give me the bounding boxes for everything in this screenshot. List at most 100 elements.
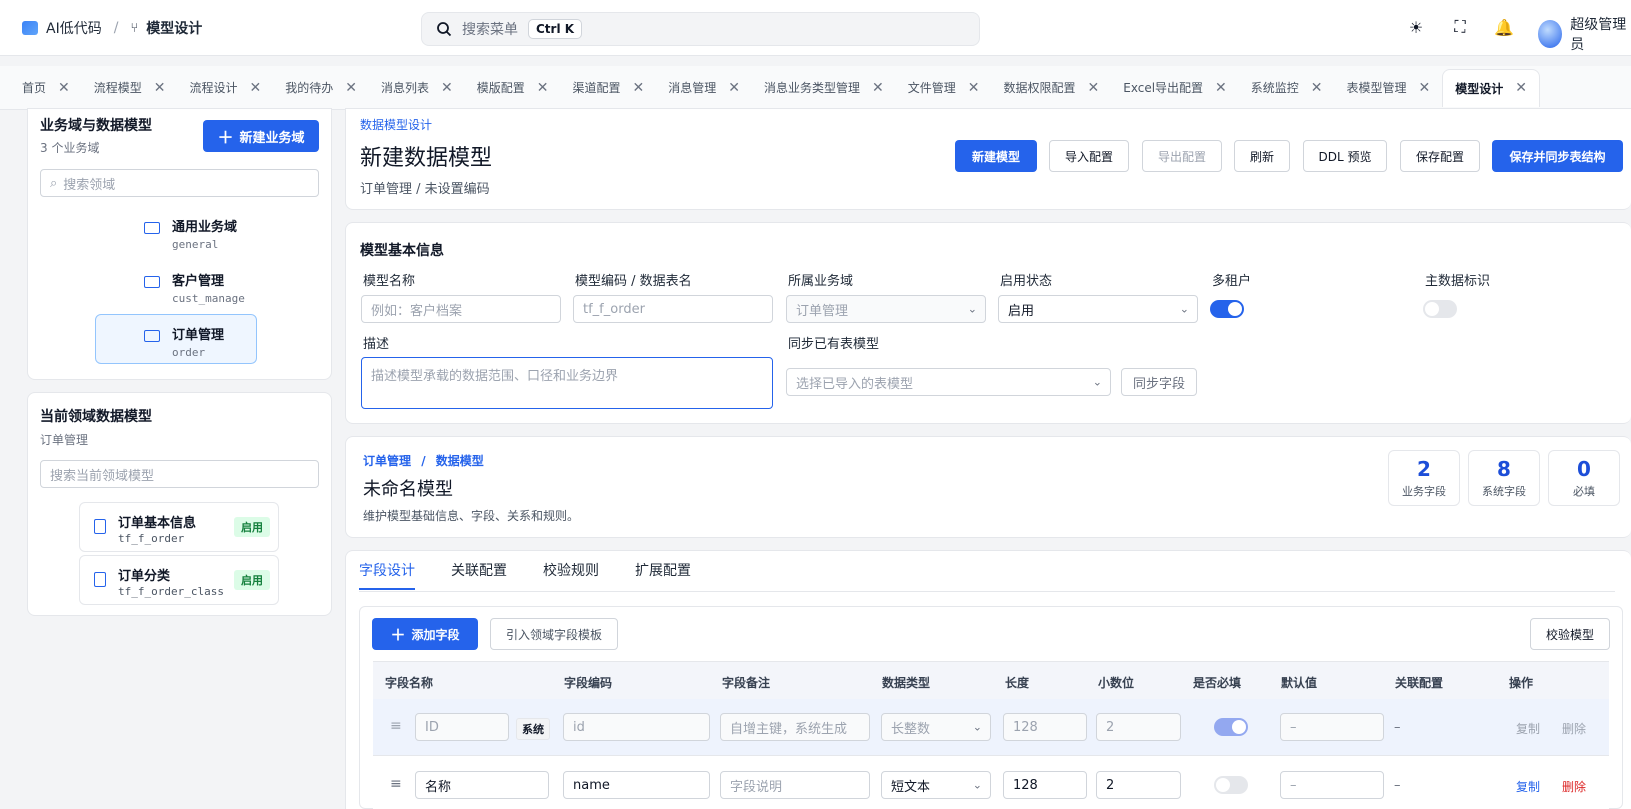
default-input[interactable]: – (1280, 713, 1384, 741)
ddl-preview-button[interactable]: DDL 预览 (1303, 140, 1387, 172)
tab-item[interactable]: 流程模型 ✕ (82, 69, 178, 107)
field-name-input[interactable]: ID (415, 713, 509, 741)
new-model-button[interactable]: 新建模型 (955, 140, 1037, 172)
data-type-value: 长整数 (891, 721, 931, 737)
tab-item[interactable]: 消息管理 ✕ (656, 69, 752, 107)
close-icon[interactable]: ✕ (441, 80, 453, 96)
close-icon[interactable]: ✕ (250, 80, 262, 96)
copy-link[interactable]: 复制 (1516, 720, 1540, 737)
field-remark-input[interactable]: 自增主键，系统生成 (720, 713, 870, 741)
toggle-knob (1232, 720, 1246, 734)
field-code-input[interactable]: name (563, 771, 710, 799)
add-field-button[interactable]: ＋ 添加字段 (372, 618, 478, 650)
fullscreen-icon[interactable]: ⛶ (1449, 16, 1471, 38)
tab-relation-config[interactable]: 关联配置 (451, 560, 507, 580)
stat-label: 系统字段 (1482, 485, 1526, 498)
refresh-button[interactable]: 刷新 (1234, 140, 1290, 172)
tabs-divider (359, 591, 1615, 592)
copy-link[interactable]: 复制 (1516, 778, 1540, 795)
tab-extension-config[interactable]: 扩展配置 (635, 560, 691, 580)
close-icon[interactable]: ✕ (1419, 80, 1431, 96)
menu-search[interactable]: 搜索菜单 Ctrl K (421, 12, 980, 46)
drag-handle-icon[interactable]: ≡ (390, 776, 402, 792)
tab-item[interactable]: 数据权限配置 ✕ (992, 69, 1112, 107)
master-data-toggle[interactable] (1423, 300, 1457, 318)
summary-crumb-model[interactable]: 数据模型 (436, 454, 484, 468)
length-input[interactable]: 128 (1003, 771, 1087, 799)
model-card-order-class[interactable]: 订单分类 tf_f_order_class 启用 (79, 555, 279, 605)
user-menu[interactable]: 超级管理员 (1538, 14, 1631, 54)
tab-item[interactable]: 系统监控 ✕ (1239, 69, 1335, 107)
theme-sun-icon[interactable]: ☀ (1405, 16, 1427, 38)
tab-item[interactable]: 模版配置 ✕ (465, 69, 561, 107)
close-icon[interactable]: ✕ (1088, 80, 1100, 96)
multi-tenant-toggle[interactable] (1210, 300, 1244, 318)
tab-validation-rules[interactable]: 校验规则 (543, 560, 599, 580)
close-icon[interactable]: ✕ (345, 80, 357, 96)
close-icon[interactable]: ✕ (633, 80, 645, 96)
default-input[interactable]: – (1280, 771, 1384, 799)
summary-crumb-domain[interactable]: 订单管理 (363, 454, 411, 468)
close-icon[interactable]: ✕ (1311, 80, 1323, 96)
field-remark-input[interactable]: 字段说明 (720, 771, 870, 799)
bell-icon[interactable]: 🔔 (1493, 16, 1515, 38)
data-type-select[interactable]: 短文本 ⌄ (881, 771, 991, 799)
delete-link[interactable]: 删除 (1562, 720, 1586, 737)
model-card-order[interactable]: 订单基本信息 tf_f_order 启用 (79, 502, 279, 552)
model-name-input[interactable]: 例如：客户档案 (361, 295, 561, 323)
import-template-button[interactable]: 引入领域字段模板 (490, 618, 618, 650)
required-toggle[interactable] (1214, 776, 1248, 794)
app-title[interactable]: AI低代码 (46, 18, 102, 38)
delete-link[interactable]: 删除 (1562, 778, 1586, 795)
save-config-button[interactable]: 保存配置 (1400, 140, 1480, 172)
tab-item[interactable]: Excel导出配置 ✕ (1111, 69, 1239, 107)
domain-item-general[interactable]: 通用业务域 general (144, 216, 237, 251)
desc-textarea[interactable]: 描述模型承载的数据范围、口径和业务边界 (361, 357, 773, 409)
close-icon[interactable]: ✕ (58, 80, 70, 96)
tab-item[interactable]: 消息业务类型管理 ✕ (752, 69, 896, 107)
domain-search-input[interactable]: ⌕ 搜索领域 (40, 169, 319, 197)
length-input[interactable]: 128 (1003, 713, 1087, 741)
drag-handle-icon[interactable]: ≡ (390, 718, 402, 734)
tab-item[interactable]: 流程设计 ✕ (178, 69, 274, 107)
tab-item[interactable]: 模型设计 ✕ (1442, 68, 1541, 107)
status-select[interactable]: 启用 ⌄ (998, 295, 1198, 323)
export-config-button[interactable]: 导出配置 (1142, 140, 1222, 172)
tab-label: 系统监控 (1250, 81, 1299, 95)
tab-label: 消息列表 (381, 81, 430, 95)
avatar[interactable] (1538, 20, 1563, 48)
model-name-placeholder: 例如：客户档案 (371, 303, 463, 319)
close-icon[interactable]: ✕ (537, 80, 549, 96)
domain-select[interactable]: 订单管理 ⌄ (786, 295, 986, 323)
sync-fields-button[interactable]: 同步字段 (1121, 368, 1197, 396)
tab-item[interactable]: 首页 ✕ (10, 69, 82, 107)
import-config-button[interactable]: 导入配置 (1049, 140, 1129, 172)
close-icon[interactable]: ✕ (968, 80, 980, 96)
tab-item[interactable]: 消息列表 ✕ (369, 69, 465, 107)
model-search-input[interactable]: 搜索当前领域模型 (40, 460, 319, 488)
required-toggle[interactable] (1214, 718, 1248, 736)
field-code-input[interactable]: id (563, 713, 710, 741)
domain-item-order[interactable]: 订单管理 order (144, 324, 224, 359)
close-icon[interactable]: ✕ (872, 80, 884, 96)
scale-input[interactable]: 2 (1096, 713, 1181, 741)
tab-field-design[interactable]: 字段设计 (359, 560, 415, 580)
close-icon[interactable]: ✕ (728, 80, 740, 96)
new-domain-button[interactable]: ＋ 新建业务域 (203, 120, 319, 152)
tab-item[interactable]: 渠道配置 ✕ (561, 69, 657, 107)
field-name-input[interactable]: 名称 (415, 771, 549, 799)
tab-item[interactable]: 文件管理 ✕ (896, 69, 992, 107)
tab-item[interactable]: 我的待办 ✕ (273, 69, 369, 107)
scale-input[interactable]: 2 (1096, 771, 1181, 799)
close-icon[interactable]: ✕ (1215, 80, 1227, 96)
model-code-input[interactable]: tf_f_order (573, 295, 773, 323)
domain-item-cust-manage[interactable]: 客户管理 cust_manage (144, 270, 245, 305)
close-icon[interactable]: ✕ (1515, 80, 1527, 96)
save-sync-button[interactable]: 保存并同步表结构 (1492, 140, 1623, 172)
search-icon (437, 22, 452, 37)
sync-model-select[interactable]: 选择已导入的表模型 ⌄ (786, 368, 1111, 396)
validate-model-button[interactable]: 校验模型 (1530, 618, 1610, 650)
tab-item[interactable]: 表模型管理 ✕ (1335, 69, 1443, 107)
close-icon[interactable]: ✕ (154, 80, 166, 96)
data-type-select[interactable]: 长整数 ⌄ (881, 713, 991, 741)
